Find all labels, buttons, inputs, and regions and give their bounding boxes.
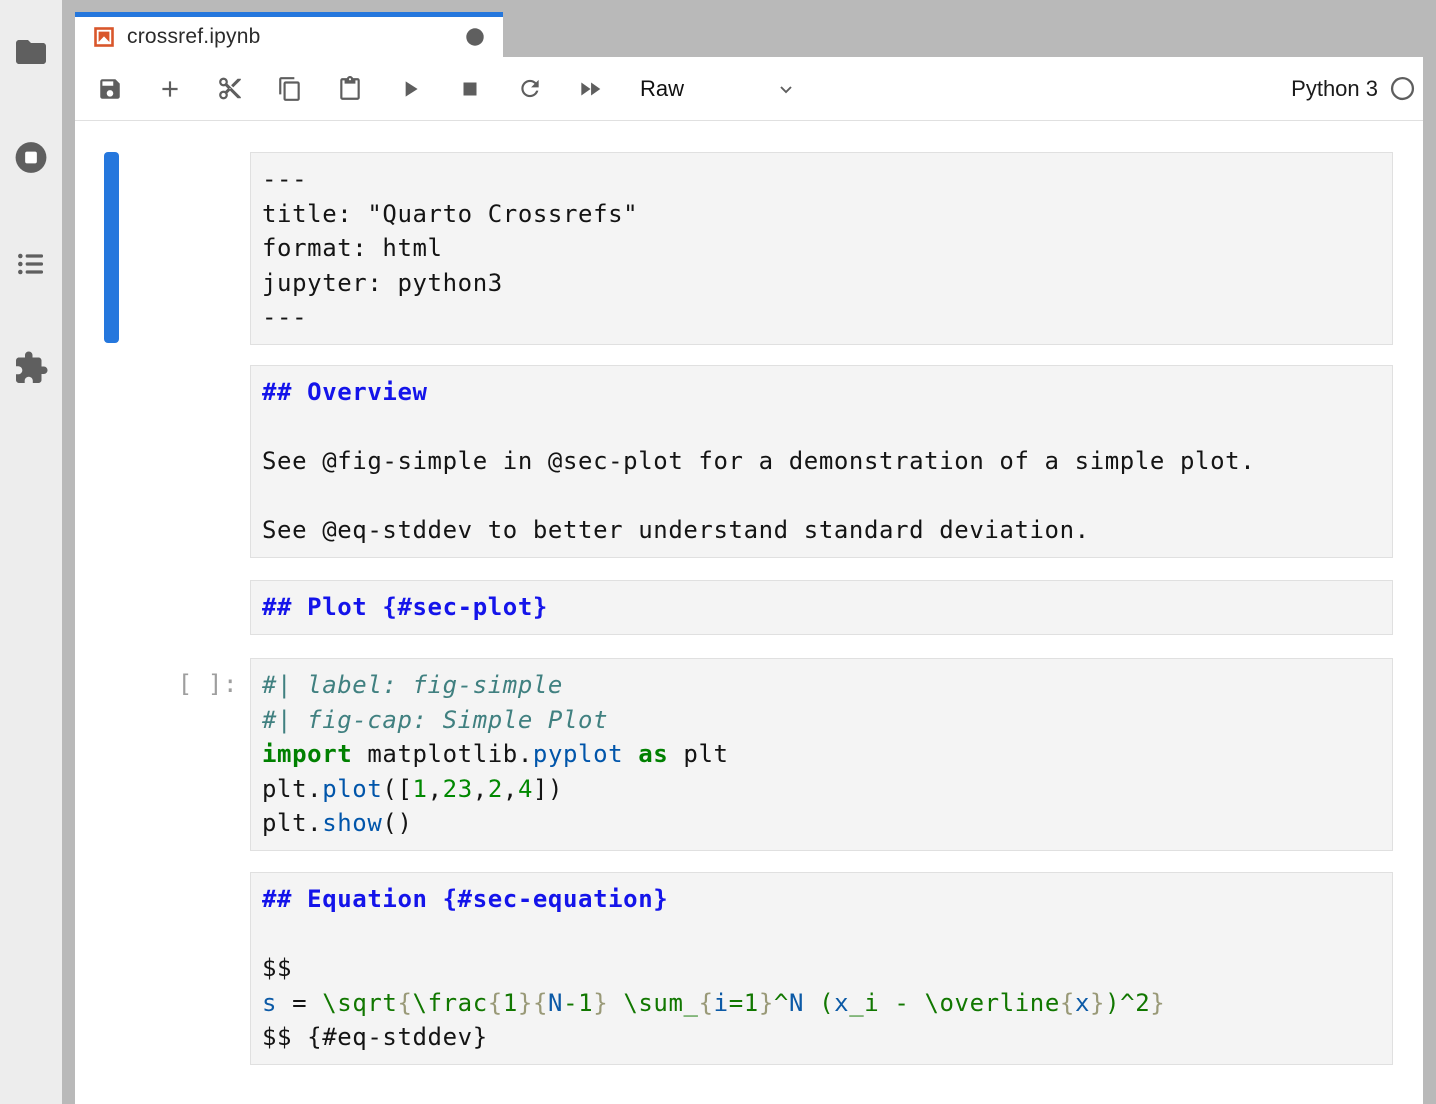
dock-panel-left-gutter — [62, 0, 75, 1104]
active-cell-collapser[interactable] — [104, 152, 119, 343]
copy-cells-button[interactable] — [277, 76, 303, 102]
tab-bar: crossref.ipynb — [75, 0, 1423, 57]
kernel-status-icon[interactable] — [1390, 76, 1415, 101]
notebook-panel: ---title: "Quarto Crossrefs"format: html… — [75, 121, 1423, 1104]
cell-markdown-plot-heading[interactable]: ## Plot {#sec-plot} — [250, 580, 1393, 635]
dock-panel-right-gutter — [1423, 0, 1436, 1104]
toolbar-button-group — [97, 76, 603, 102]
extension-manager-icon[interactable] — [13, 350, 49, 386]
cell-type-dropdown[interactable]: Raw — [640, 76, 798, 102]
tab-title: crossref.ipynb — [127, 25, 261, 49]
cell-raw-frontmatter[interactable]: ---title: "Quarto Crossrefs"format: html… — [250, 152, 1393, 345]
interrupt-kernel-button[interactable] — [457, 76, 483, 102]
insert-cell-button[interactable] — [157, 76, 183, 102]
running-sessions-icon[interactable] — [13, 139, 50, 176]
cell-markdown-overview[interactable]: ## Overview See @fig-simple in @sec-plot… — [250, 365, 1393, 558]
jupyterlab-window: crossref.ipynb — [0, 0, 1436, 1104]
cut-cells-button[interactable] — [217, 76, 243, 102]
notebook-toolbar: Raw Python 3 — [75, 57, 1423, 121]
notebook-icon — [92, 25, 116, 49]
file-browser-icon[interactable] — [13, 34, 49, 70]
cell-code-plot[interactable]: #| label: fig-simple#| fig-cap: Simple P… — [250, 658, 1393, 851]
paste-cells-button[interactable] — [337, 76, 363, 102]
kernel-name[interactable]: Python 3 — [1291, 76, 1378, 102]
notebook-tab[interactable]: crossref.ipynb — [75, 12, 503, 57]
run-cell-button[interactable] — [397, 76, 423, 102]
left-activity-sidebar — [0, 0, 62, 1104]
cell-markdown-equation[interactable]: ## Equation {#sec-equation} $$s = \sqrt{… — [250, 872, 1393, 1065]
main-dock-panel: crossref.ipynb — [75, 0, 1423, 1104]
chevron-down-icon — [774, 77, 798, 101]
table-of-contents-icon[interactable] — [15, 248, 47, 280]
code-cell-prompt: [ ]: — [170, 667, 238, 702]
restart-kernel-button[interactable] — [517, 76, 543, 102]
restart-and-run-all-button[interactable] — [577, 76, 603, 102]
save-button[interactable] — [97, 76, 123, 102]
dirty-indicator-icon[interactable] — [464, 26, 486, 48]
cell-type-value: Raw — [640, 76, 684, 102]
